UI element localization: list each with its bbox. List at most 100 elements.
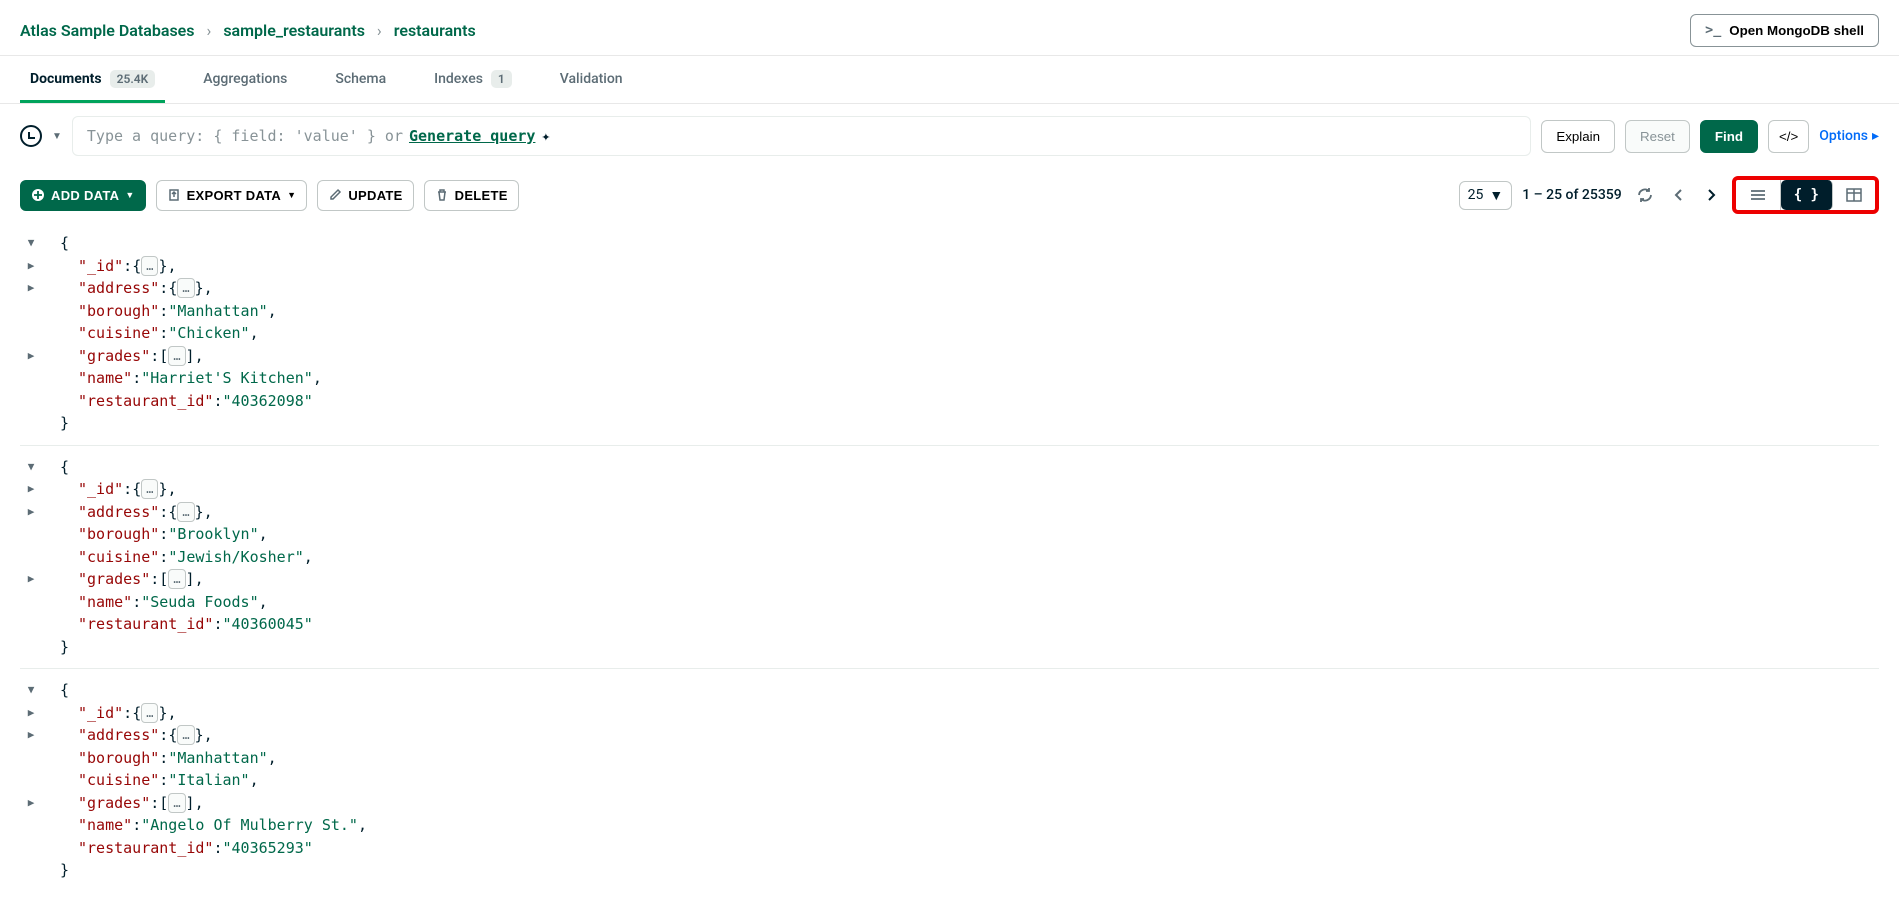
export-data-label: EXPORT DATA xyxy=(187,188,282,203)
json-key: "name" xyxy=(78,814,132,837)
plus-circle-icon xyxy=(31,188,45,202)
json-value: "40362098" xyxy=(223,390,313,413)
json-key: "_id" xyxy=(78,478,123,501)
open-shell-button[interactable]: >_ Open MongoDB shell xyxy=(1690,14,1879,47)
chevron-down-icon: ▼ xyxy=(125,190,134,200)
document-json: ▼{▶"_id": {…},▶"address": {…},"borough":… xyxy=(20,445,1879,669)
expand-caret-icon[interactable]: ▶ xyxy=(20,504,42,521)
json-key: "_id" xyxy=(78,702,123,725)
export-data-button[interactable]: EXPORT DATA ▼ xyxy=(156,180,308,211)
tab-label: Aggregations xyxy=(203,71,287,87)
json-view-button[interactable]: { } xyxy=(1781,180,1833,210)
tab-label: Documents xyxy=(30,71,102,87)
collapsed-object[interactable]: … xyxy=(177,278,194,298)
json-value: "Manhattan" xyxy=(168,747,267,770)
collapsed-object[interactable]: … xyxy=(141,703,158,723)
json-value: "Seuda Foods" xyxy=(141,591,258,614)
terminal-icon: >_ xyxy=(1705,23,1721,38)
tab-aggregations[interactable]: Aggregations xyxy=(193,56,297,103)
tab-indexes[interactable]: Indexes1 xyxy=(424,56,522,103)
collapse-caret-icon[interactable]: ▼ xyxy=(20,682,42,699)
next-page-button[interactable] xyxy=(1700,184,1722,206)
delete-label: DELETE xyxy=(455,188,508,203)
breadcrumb-item-2[interactable]: restaurants xyxy=(394,21,476,40)
expand-caret-icon[interactable]: ▶ xyxy=(20,571,42,588)
page-size-select[interactable]: 25 ▼ xyxy=(1459,181,1513,210)
tab-schema[interactable]: Schema xyxy=(325,56,396,103)
json-key: "cuisine" xyxy=(78,322,159,345)
document-json: ▼{▶"_id": {…},▶"address": {…},"borough":… xyxy=(20,222,1879,445)
add-data-button[interactable]: ADD DATA ▼ xyxy=(20,180,146,211)
tab-documents[interactable]: Documents25.4K xyxy=(20,56,165,103)
json-value: "Manhattan" xyxy=(168,300,267,323)
json-value: "Jewish/Kosher" xyxy=(168,546,303,569)
json-key: "_id" xyxy=(78,255,123,278)
json-key: "restaurant_id" xyxy=(78,837,213,860)
reset-button[interactable]: Reset xyxy=(1625,120,1690,153)
json-value: "Angelo Of Mulberry St." xyxy=(141,814,358,837)
json-key: "borough" xyxy=(78,300,159,323)
options-link[interactable]: Options ▸ xyxy=(1819,128,1879,144)
json-value: "40365293" xyxy=(223,837,313,860)
json-value: "Brooklyn" xyxy=(168,523,258,546)
code-toggle-button[interactable]: </> xyxy=(1768,120,1809,153)
update-button[interactable]: UPDATE xyxy=(317,180,413,211)
collapsed-object[interactable]: … xyxy=(177,502,194,522)
table-view-button[interactable] xyxy=(1833,180,1875,210)
prev-page-button[interactable] xyxy=(1668,184,1690,206)
tab-label: Indexes xyxy=(434,71,483,87)
refresh-button[interactable] xyxy=(1632,182,1658,208)
history-icon[interactable] xyxy=(20,125,42,147)
collapsed-array[interactable]: … xyxy=(168,793,185,813)
json-value: "40360045" xyxy=(223,613,313,636)
collapsed-object[interactable]: … xyxy=(141,256,158,276)
expand-caret-icon[interactable]: ▶ xyxy=(20,481,42,498)
query-input[interactable]: Type a query: { field: 'value' } or Gene… xyxy=(72,116,1531,156)
list-view-button[interactable] xyxy=(1736,180,1781,210)
json-key: "address" xyxy=(78,724,159,747)
tab-label: Schema xyxy=(335,71,386,87)
document-json: ▼{▶"_id": {…},▶"address": {…},"borough":… xyxy=(20,668,1879,892)
expand-caret-icon[interactable]: ▶ xyxy=(20,258,42,275)
collapse-caret-icon[interactable]: ▼ xyxy=(20,459,42,476)
expand-caret-icon[interactable]: ▶ xyxy=(20,280,42,297)
breadcrumb-item-1[interactable]: sample_restaurants xyxy=(223,21,365,40)
collapse-caret-icon[interactable]: ▼ xyxy=(20,235,42,252)
tab-validation[interactable]: Validation xyxy=(550,56,633,103)
trash-icon xyxy=(435,188,449,202)
code-icon: </> xyxy=(1779,129,1798,144)
options-label: Options xyxy=(1819,128,1868,144)
delete-button[interactable]: DELETE xyxy=(424,180,519,211)
expand-caret-icon[interactable]: ▶ xyxy=(20,348,42,365)
collapsed-array[interactable]: … xyxy=(168,569,185,589)
expand-caret-icon[interactable]: ▶ xyxy=(20,795,42,812)
json-key: "address" xyxy=(78,501,159,524)
json-key: "borough" xyxy=(78,747,159,770)
expand-caret-icon[interactable]: ▶ xyxy=(20,705,42,722)
sparkle-icon: ✦ xyxy=(541,127,550,145)
expand-caret-icon[interactable]: ▶ xyxy=(20,727,42,744)
collapsed-object[interactable]: … xyxy=(177,725,194,745)
json-key: "grades" xyxy=(78,345,150,368)
json-key: "address" xyxy=(78,277,159,300)
view-toggle-group: { } xyxy=(1732,176,1879,214)
chevron-right-icon: › xyxy=(207,21,212,40)
breadcrumb-item-0[interactable]: Atlas Sample Databases xyxy=(20,21,195,40)
open-shell-label: Open MongoDB shell xyxy=(1729,23,1864,38)
explain-button[interactable]: Explain xyxy=(1541,120,1615,153)
query-placeholder-pre: Type a query: { field: 'value' } or xyxy=(87,127,403,145)
update-label: UPDATE xyxy=(348,188,402,203)
json-key: "grades" xyxy=(78,792,150,815)
json-key: "name" xyxy=(78,591,132,614)
history-caret-icon[interactable]: ▼ xyxy=(52,131,62,142)
page-info-text: 1 – 25 of 25359 xyxy=(1522,187,1621,203)
collapsed-array[interactable]: … xyxy=(168,346,185,366)
collapsed-object[interactable]: … xyxy=(141,479,158,499)
json-key: "cuisine" xyxy=(78,769,159,792)
page-size-value: 25 xyxy=(1468,187,1484,203)
json-key: "grades" xyxy=(78,568,150,591)
find-button[interactable]: Find xyxy=(1700,120,1758,153)
json-key: "name" xyxy=(78,367,132,390)
json-key: "borough" xyxy=(78,523,159,546)
generate-query-link[interactable]: Generate query xyxy=(409,127,535,145)
